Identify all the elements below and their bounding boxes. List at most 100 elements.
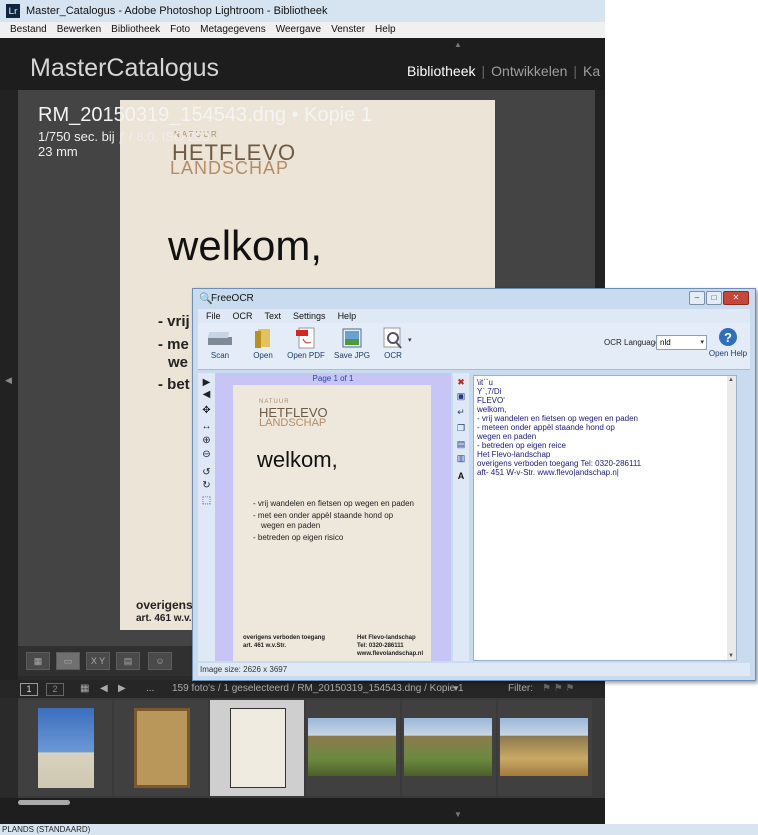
help-icon: ?: [719, 328, 737, 346]
filmstrip-scrollbar[interactable]: [18, 800, 70, 805]
scroll-up-icon[interactable]: ▲: [728, 377, 734, 383]
left-panel-collapsed: ◀: [0, 90, 18, 680]
move-icon[interactable]: ✥: [201, 405, 212, 416]
doc-bullet-4: - betreden op eigen risico: [253, 533, 344, 542]
expand-left-panel-icon[interactable]: ◀: [5, 375, 12, 386]
taskbar-status: PLANDS (STANDAARD): [0, 824, 758, 835]
filmstrip-thumb[interactable]: [498, 700, 592, 796]
photo-bullet-2: - me: [158, 336, 189, 353]
loupe-view-icon[interactable]: ▭: [56, 652, 80, 670]
print-icon[interactable]: ▥: [455, 453, 467, 464]
menu-metagegevens[interactable]: Metagegevens: [195, 22, 271, 38]
ocr-text-line: \it``u: [477, 378, 493, 387]
page-indicator: Page 1 of 1: [312, 374, 354, 383]
ocr-dropdown-icon[interactable]: ▾: [408, 336, 412, 344]
ocr-text-line: Het Flevo-landschap: [477, 450, 551, 459]
module-header: ▲ MasterCatalogus Bibliotheek | Ontwikkele…: [0, 38, 605, 90]
menu-weergave[interactable]: Weergave: [271, 22, 326, 38]
thumbnail-welcome-sign-wood: [134, 708, 190, 788]
photo-exposure: 1/750 sec. bij ƒ / 8,0, ISO 200: [38, 129, 210, 144]
photo-bullet-4: - bet: [158, 376, 190, 393]
thumbnail-field-sign: [500, 718, 588, 776]
people-view-icon[interactable]: ☺: [148, 652, 172, 670]
thumbnail-signpost: [38, 708, 94, 788]
menu-foto[interactable]: Foto: [165, 22, 195, 38]
ocr-text-line: overigens verboden toegang Tel: 0320-286…: [477, 459, 642, 468]
maximize-icon[interactable]: □: [706, 291, 722, 305]
module-ontwikkelen[interactable]: Ontwikkelen: [491, 63, 567, 79]
minimize-icon[interactable]: –: [689, 291, 705, 305]
grid-icon[interactable]: ▦: [80, 680, 89, 698]
menu-bewerken[interactable]: Bewerken: [52, 22, 106, 38]
rotate-right-icon[interactable]: ↻: [201, 480, 212, 491]
close-icon[interactable]: ✕: [723, 291, 749, 305]
module-kaart[interactable]: Ka: [583, 63, 600, 79]
survey-view-icon[interactable]: ▤: [116, 652, 140, 670]
open-help-button[interactable]: ? Open Help: [708, 327, 748, 367]
rotate-left-icon[interactable]: ↺: [201, 467, 212, 478]
filmstrip-thumb[interactable]: [114, 700, 208, 796]
window-1-button[interactable]: 1: [20, 683, 38, 696]
open-pdf-button[interactable]: Open PDF: [286, 327, 326, 367]
collapse-top-panel-icon[interactable]: ▲: [454, 40, 462, 49]
flag-filter-icon[interactable]: ⚑ ⚑ ⚑: [542, 680, 574, 698]
compare-view-button[interactable]: X Y: [86, 652, 110, 670]
ocr-language-value: nld: [660, 338, 671, 347]
ocr-text-area[interactable]: \it``u Y`,7/Di FLEVO' welkom, - vrij wan…: [473, 375, 737, 661]
zoom-out-icon[interactable]: ⊖: [201, 449, 212, 460]
photo-bullet-1: - vrij: [158, 313, 190, 330]
ocr-button[interactable]: OCR: [378, 327, 408, 367]
source-ellipsis[interactable]: ...: [146, 680, 154, 698]
copy-icon[interactable]: ❐: [455, 423, 467, 434]
clear-icon[interactable]: ✖: [455, 377, 467, 388]
photo-bullet-3: we: [168, 354, 189, 371]
freeocr-titlebar: 🔍 FreeOCR – □ ✕: [193, 289, 755, 309]
fit-width-icon[interactable]: ↔: [201, 421, 212, 432]
zoom-in-icon[interactable]: ⊕: [201, 435, 212, 446]
menu-help[interactable]: Help: [332, 309, 363, 323]
newline-icon[interactable]: ↵: [455, 407, 467, 418]
freeocr-statusbar: Image size: 2626 x 3697: [198, 663, 750, 676]
grid-view-icon[interactable]: ▦: [26, 652, 50, 670]
menu-help[interactable]: Help: [370, 22, 401, 38]
forward-arrow-icon[interactable]: ▶: [118, 680, 126, 698]
collapse-filmstrip-icon[interactable]: ▼: [454, 810, 462, 819]
menu-bestand[interactable]: Bestand: [0, 22, 52, 38]
text-scrollbar[interactable]: ▲ ▼: [727, 376, 736, 660]
next-page-icon[interactable]: ▶: [201, 377, 212, 388]
lightroom-titlebar: Lr Master_Catalogus - Adobe Photoshop Li…: [0, 0, 605, 22]
menu-bibliotheek[interactable]: Bibliotheek: [106, 22, 165, 38]
module-bibliotheek[interactable]: Bibliotheek: [407, 63, 476, 79]
back-arrow-icon[interactable]: ◀: [100, 680, 108, 698]
filmstrip-scroll-area: ▼: [0, 798, 605, 824]
thumbnail-landscape: [308, 718, 396, 776]
font-icon[interactable]: A: [455, 471, 467, 482]
menu-file[interactable]: File: [198, 309, 227, 323]
menu-ocr[interactable]: OCR: [227, 309, 259, 323]
filmstrip-thumb[interactable]: [402, 700, 496, 796]
menu-venster[interactable]: Venster: [326, 22, 370, 38]
save-icon[interactable]: ▣: [455, 391, 467, 402]
folder-icon: [255, 329, 270, 348]
ocr-text-line: aft- 451 W-v-Str. www.flevo|andschap.n|: [477, 468, 619, 477]
word-icon[interactable]: ▤: [455, 439, 467, 450]
menu-text[interactable]: Text: [259, 309, 288, 323]
doc-footer-3: Het Flevo-landschap: [357, 635, 416, 641]
ocr-language-select[interactable]: nld ▾: [656, 335, 707, 350]
scroll-down-icon[interactable]: ▼: [728, 653, 734, 659]
filmstrip-status[interactable]: 159 foto's / 1 geselecteerd / RM_2015031…: [172, 680, 464, 698]
select-region-icon[interactable]: ⬚: [201, 495, 212, 506]
image-pane[interactable]: Page 1 of 1 NATUUR HETFLEVO LANDSCHAP we…: [215, 373, 451, 661]
ocr-text-line: - betreden op eigen reice: [477, 441, 566, 450]
menu-settings[interactable]: Settings: [287, 309, 332, 323]
filmstrip-thumb-selected[interactable]: [210, 700, 304, 796]
text-toolbar: ✖ ▣ ↵ ❐ ▤ ▥ A: [453, 373, 469, 661]
save-jpg-button[interactable]: Save JPG: [334, 327, 370, 367]
source-dropdown-icon[interactable]: ▼: [452, 680, 460, 698]
open-button[interactable]: Open: [248, 327, 278, 367]
window-2-button[interactable]: 2: [46, 683, 64, 696]
filmstrip-thumb[interactable]: [18, 700, 112, 796]
scan-button[interactable]: Scan: [204, 327, 236, 367]
filmstrip-thumb[interactable]: [306, 700, 400, 796]
prev-page-icon[interactable]: ◀: [201, 389, 212, 400]
